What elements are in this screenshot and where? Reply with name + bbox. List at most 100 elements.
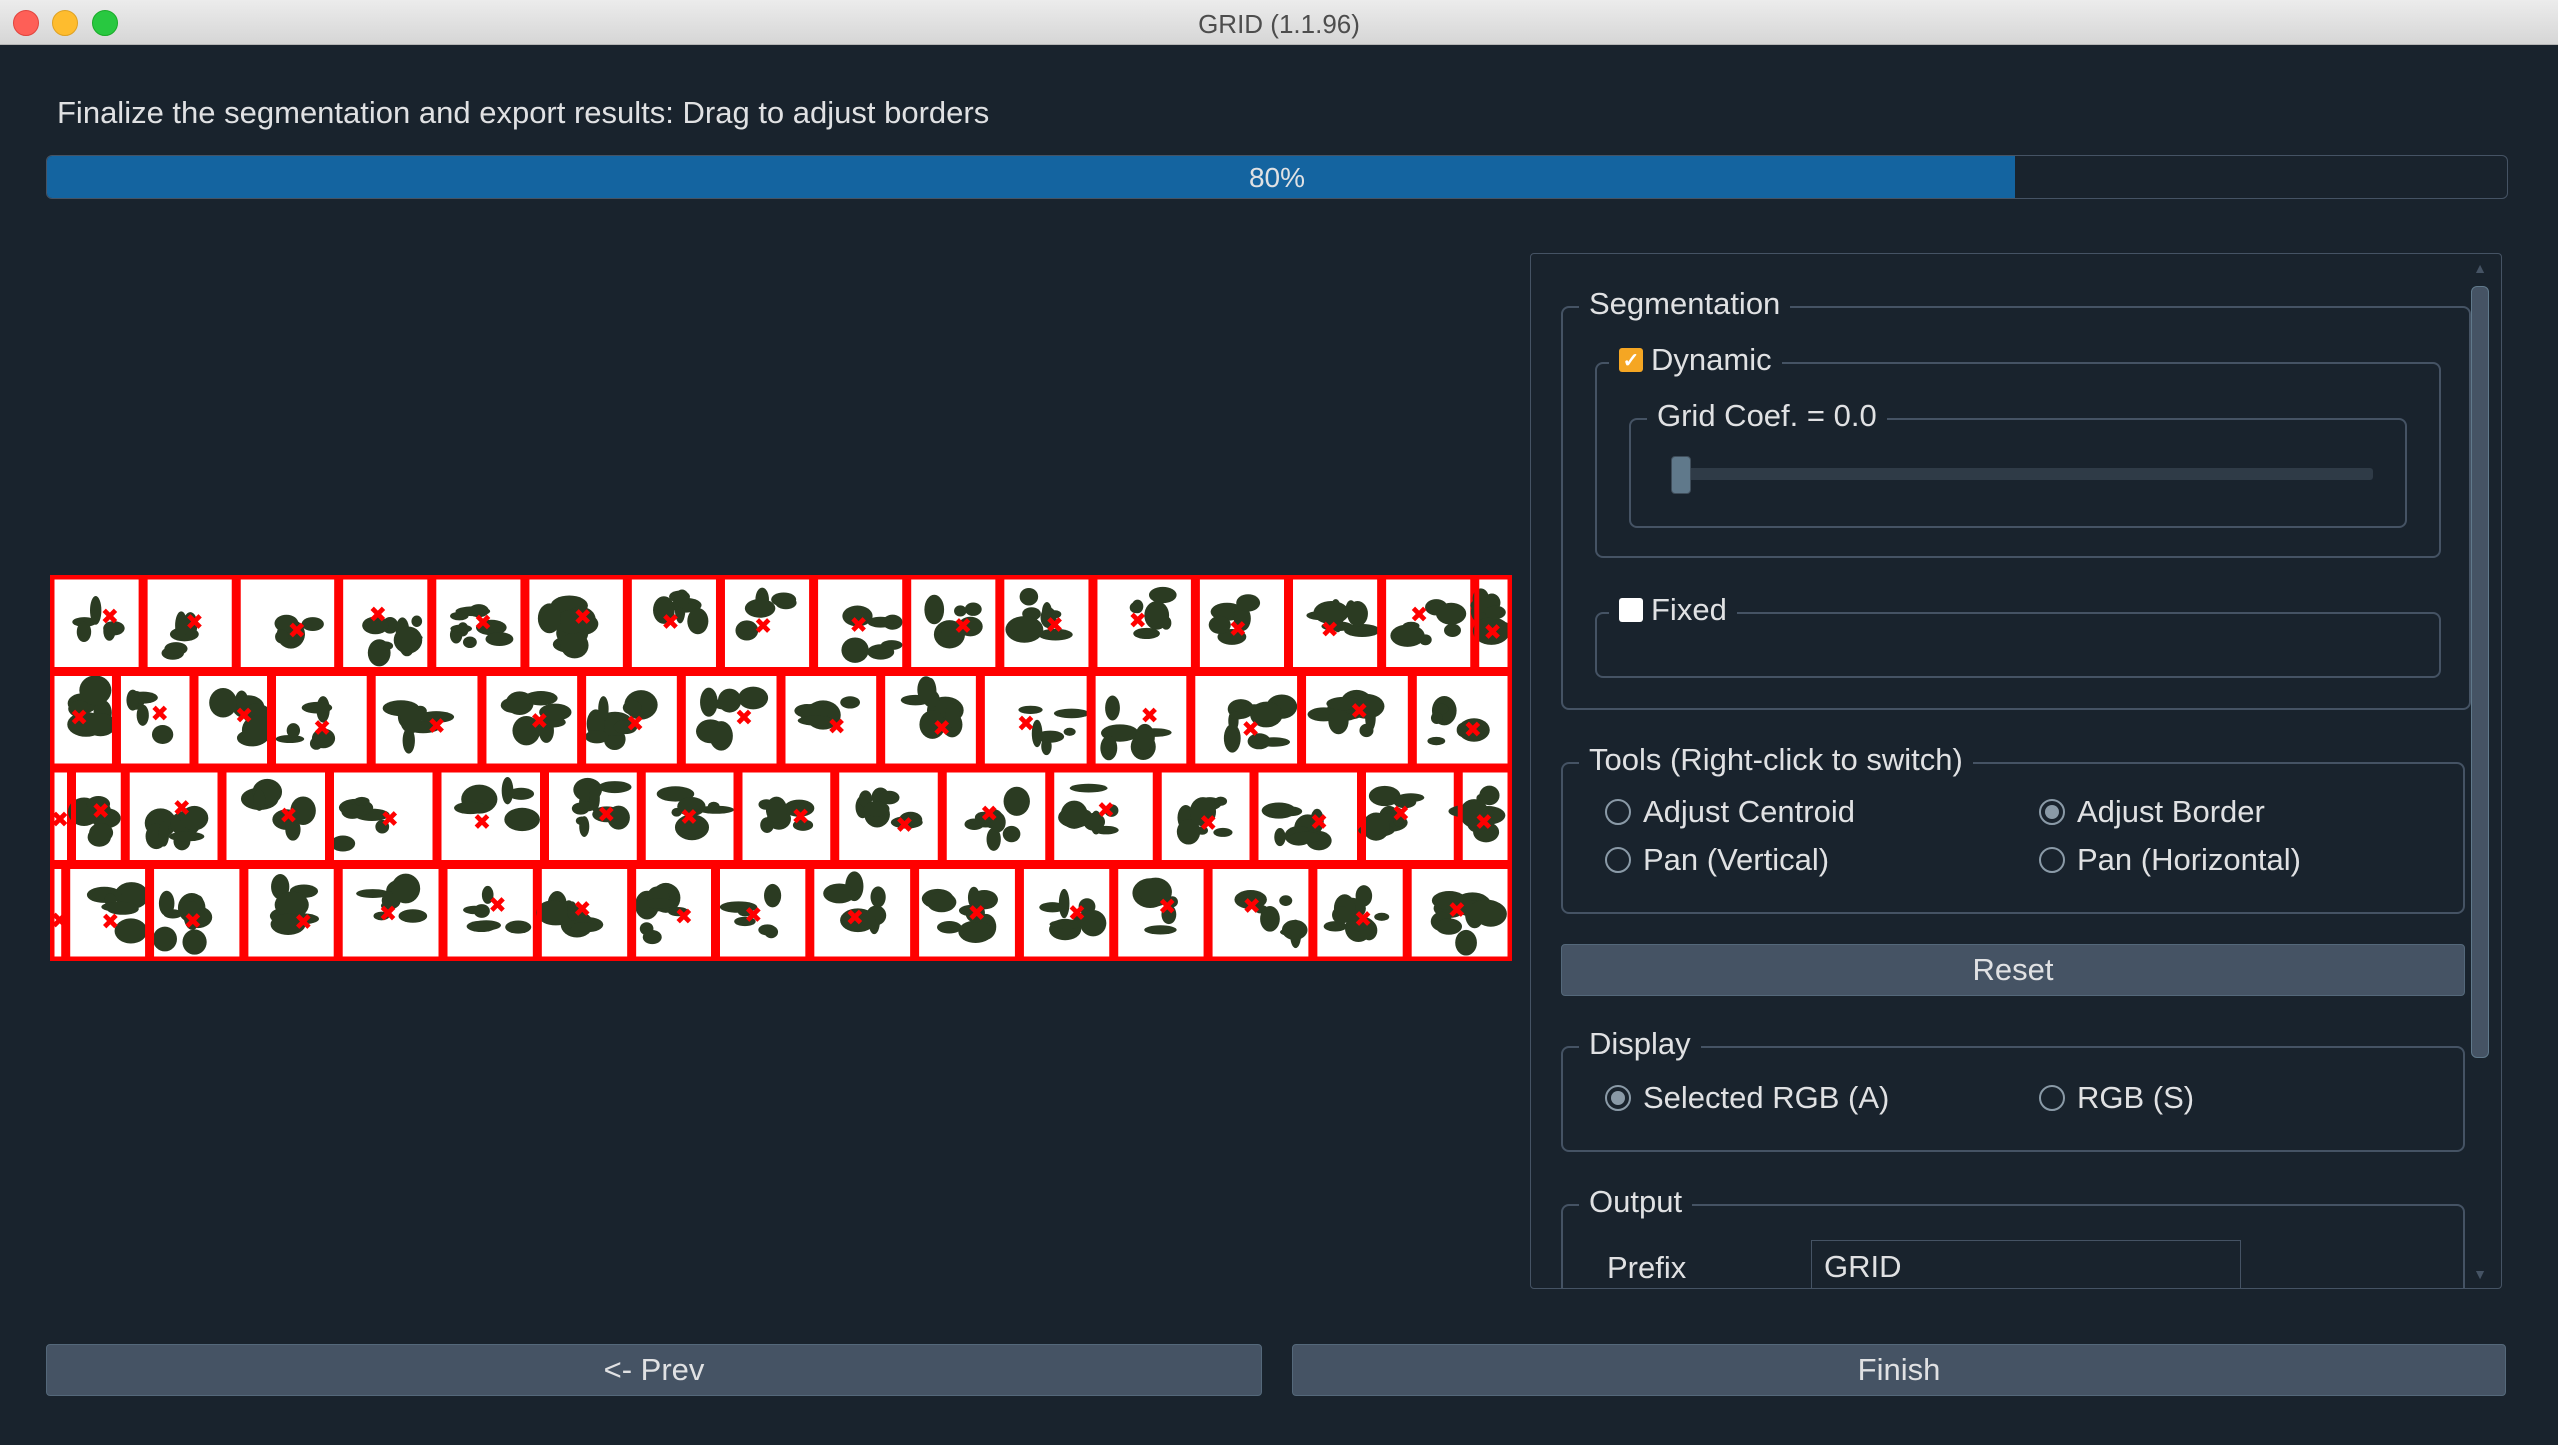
grid-coef-slider[interactable] bbox=[1671, 456, 2373, 494]
centroid-marker[interactable]: ✖ bbox=[530, 709, 548, 734]
centroid-marker[interactable]: ✖ bbox=[791, 805, 809, 830]
centroid-marker[interactable]: ✖ bbox=[313, 716, 331, 741]
radio-adjust-border[interactable]: Adjust Border bbox=[2039, 794, 2265, 830]
prev-button[interactable]: <- Prev bbox=[46, 1344, 1262, 1396]
centroid-marker[interactable]: ✖ bbox=[473, 810, 491, 835]
centroid-marker[interactable]: ✖ bbox=[185, 610, 203, 635]
prefix-input[interactable]: GRID bbox=[1811, 1240, 2241, 1288]
centroid-marker[interactable]: ✖ bbox=[573, 897, 591, 922]
centroid-marker[interactable]: ✖ bbox=[151, 702, 169, 727]
radio-pan-horizontal[interactable]: Pan (Horizontal) bbox=[2039, 842, 2301, 878]
centroid-marker[interactable]: ✖ bbox=[849, 613, 867, 638]
centroid-marker[interactable]: ✖ bbox=[1310, 811, 1328, 836]
radio-adjust-centroid[interactable]: Adjust Centroid bbox=[1605, 794, 1855, 830]
radio-icon[interactable] bbox=[1605, 799, 1631, 825]
centroid-marker[interactable]: ✖ bbox=[1464, 718, 1482, 743]
plant-blob bbox=[164, 642, 188, 656]
centroid-marker[interactable]: ✖ bbox=[980, 802, 998, 827]
centroid-marker[interactable]: ✖ bbox=[1140, 704, 1158, 729]
centroid-marker[interactable]: ✖ bbox=[744, 904, 762, 929]
centroid-marker[interactable]: ✖ bbox=[173, 796, 191, 821]
plant-blob bbox=[1355, 885, 1373, 907]
radio-selected-icon[interactable] bbox=[2039, 799, 2065, 825]
centroid-marker[interactable]: ✖ bbox=[735, 706, 753, 731]
centroid-marker[interactable]: ✖ bbox=[1045, 614, 1063, 639]
scroll-up-icon[interactable]: ▲ bbox=[2473, 260, 2487, 276]
centroid-marker[interactable]: ✖ bbox=[895, 814, 913, 839]
centroid-marker[interactable]: ✖ bbox=[70, 706, 88, 731]
centroid-marker[interactable]: ✖ bbox=[968, 902, 986, 927]
centroid-marker[interactable]: ✖ bbox=[933, 716, 951, 741]
centroid-marker[interactable]: ✖ bbox=[235, 704, 253, 729]
radio-selected-rgb[interactable]: Selected RGB (A) bbox=[1605, 1080, 1889, 1116]
centroid-marker[interactable]: ✖ bbox=[1475, 810, 1493, 835]
radio-selected-icon[interactable] bbox=[1605, 1085, 1631, 1111]
centroid-marker[interactable]: ✖ bbox=[827, 715, 845, 740]
radio-icon[interactable] bbox=[2039, 847, 2065, 873]
centroid-marker[interactable]: ✖ bbox=[1128, 609, 1146, 634]
plant-blob bbox=[924, 594, 945, 625]
centroid-marker[interactable]: ✖ bbox=[288, 619, 306, 644]
centroid-marker[interactable]: ✖ bbox=[1350, 699, 1368, 724]
centroid-marker[interactable]: ✖ bbox=[101, 605, 119, 630]
radio-pan-vertical[interactable]: Pan (Vertical) bbox=[1605, 842, 1829, 878]
centroid-marker[interactable]: ✖ bbox=[846, 906, 864, 931]
centroid-marker[interactable]: ✖ bbox=[279, 804, 297, 829]
centroid-marker[interactable]: ✖ bbox=[488, 893, 506, 918]
centroid-marker[interactable]: ✖ bbox=[427, 714, 445, 739]
centroid-marker[interactable]: ✖ bbox=[1242, 895, 1260, 920]
reset-button[interactable]: Reset bbox=[1561, 944, 2465, 996]
dynamic-checkbox-row[interactable]: ✓ Dynamic bbox=[1609, 342, 1782, 378]
finish-button[interactable]: Finish bbox=[1292, 1344, 2506, 1396]
grid-coef-slider-handle[interactable] bbox=[1671, 456, 1691, 494]
dynamic-checkbox[interactable]: ✓ bbox=[1619, 348, 1643, 372]
centroid-marker[interactable]: ✖ bbox=[101, 910, 119, 935]
centroid-marker[interactable]: ✖ bbox=[675, 905, 693, 930]
centroid-marker[interactable]: ✖ bbox=[294, 911, 312, 936]
centroid-marker[interactable]: ✖ bbox=[754, 615, 772, 640]
fixed-label: Fixed bbox=[1651, 592, 1727, 627]
centroid-marker[interactable]: ✖ bbox=[1392, 802, 1410, 827]
centroid-marker[interactable]: ✖ bbox=[597, 803, 615, 828]
centroid-marker[interactable]: ✖ bbox=[1068, 902, 1086, 927]
centroid-marker[interactable]: ✖ bbox=[379, 902, 397, 927]
centroid-marker[interactable]: ✖ bbox=[1199, 812, 1217, 837]
centroid-marker[interactable]: ✖ bbox=[1241, 718, 1259, 743]
centroid-marker[interactable]: ✖ bbox=[1448, 898, 1466, 923]
centroid-marker[interactable]: ✖ bbox=[680, 805, 698, 830]
segmentation-grid-canvas[interactable]: ✖ ✖ ✖ ✖ ✖ ✖ ✖ ✖ ✖ ✖ ✖ ✖ ✖ ✖ ✖ ✖ ✖ ✖ ✖ ✖ ✖ ✖ ✖ ✖ ✖ ✖ ✖ ✖ ✖ ✖ ✖ ✖ ✖ ✖ ✖ ✖ ✖ ✖ ✖ ✖… bbox=[49, 574, 1513, 962]
centroid-marker[interactable]: ✖ bbox=[1354, 907, 1372, 932]
centroid-marker[interactable]: ✖ bbox=[626, 712, 644, 737]
centroid-marker[interactable]: ✖ bbox=[1158, 895, 1176, 920]
centroid-marker[interactable]: ✖ bbox=[184, 909, 202, 934]
segmentation-plot[interactable]: ✖ ✖ ✖ ✖ ✖ ✖ ✖ ✖ ✖ ✖ ✖ ✖ ✖ ✖ ✖ ✖ ✖ ✖ ✖ ✖ ✖ ✖ ✖ ✖ ✖ ✖ ✖ ✖ ✖ ✖ ✖ ✖ ✖ ✖ ✖ ✖ ✖ ✖ ✖ ✖… bbox=[49, 574, 1513, 962]
radio-icon[interactable] bbox=[2039, 1085, 2065, 1111]
fixed-checkbox-row[interactable]: Fixed bbox=[1609, 592, 1737, 628]
centroid-marker[interactable]: ✖ bbox=[380, 807, 398, 832]
centroid-marker[interactable]: ✖ bbox=[1483, 620, 1501, 645]
centroid-marker[interactable]: ✖ bbox=[474, 611, 492, 636]
fixed-checkbox[interactable] bbox=[1619, 598, 1643, 622]
centroid-marker[interactable]: ✖ bbox=[1097, 798, 1115, 823]
centroid-marker[interactable]: ✖ bbox=[1410, 603, 1428, 628]
centroid-marker[interactable]: ✖ bbox=[661, 610, 679, 635]
radio-rgb[interactable]: RGB (S) bbox=[2039, 1080, 2194, 1116]
centroid-marker[interactable]: ✖ bbox=[369, 603, 387, 628]
panel-scrollbar-thumb[interactable] bbox=[2471, 286, 2489, 1058]
radio-label: Pan (Horizontal) bbox=[2077, 842, 2301, 877]
centroid-marker[interactable]: ✖ bbox=[1229, 618, 1247, 643]
radio-icon[interactable] bbox=[1605, 847, 1631, 873]
centroid-marker[interactable]: ✖ bbox=[1017, 712, 1035, 737]
centroid-marker[interactable]: ✖ bbox=[51, 808, 69, 833]
centroid-marker[interactable]: ✖ bbox=[1320, 618, 1338, 643]
plant-blob bbox=[89, 823, 114, 843]
plant-blob bbox=[1105, 695, 1120, 721]
plant-blob bbox=[152, 926, 177, 952]
plant-blob bbox=[253, 789, 266, 811]
centroid-marker[interactable]: ✖ bbox=[954, 614, 972, 639]
panel-scrollbar[interactable] bbox=[2471, 284, 2489, 1258]
scroll-down-icon[interactable]: ▼ bbox=[2473, 1266, 2487, 1282]
centroid-marker[interactable]: ✖ bbox=[92, 799, 110, 824]
plant-blob bbox=[1005, 616, 1044, 643]
centroid-marker[interactable]: ✖ bbox=[574, 606, 592, 631]
